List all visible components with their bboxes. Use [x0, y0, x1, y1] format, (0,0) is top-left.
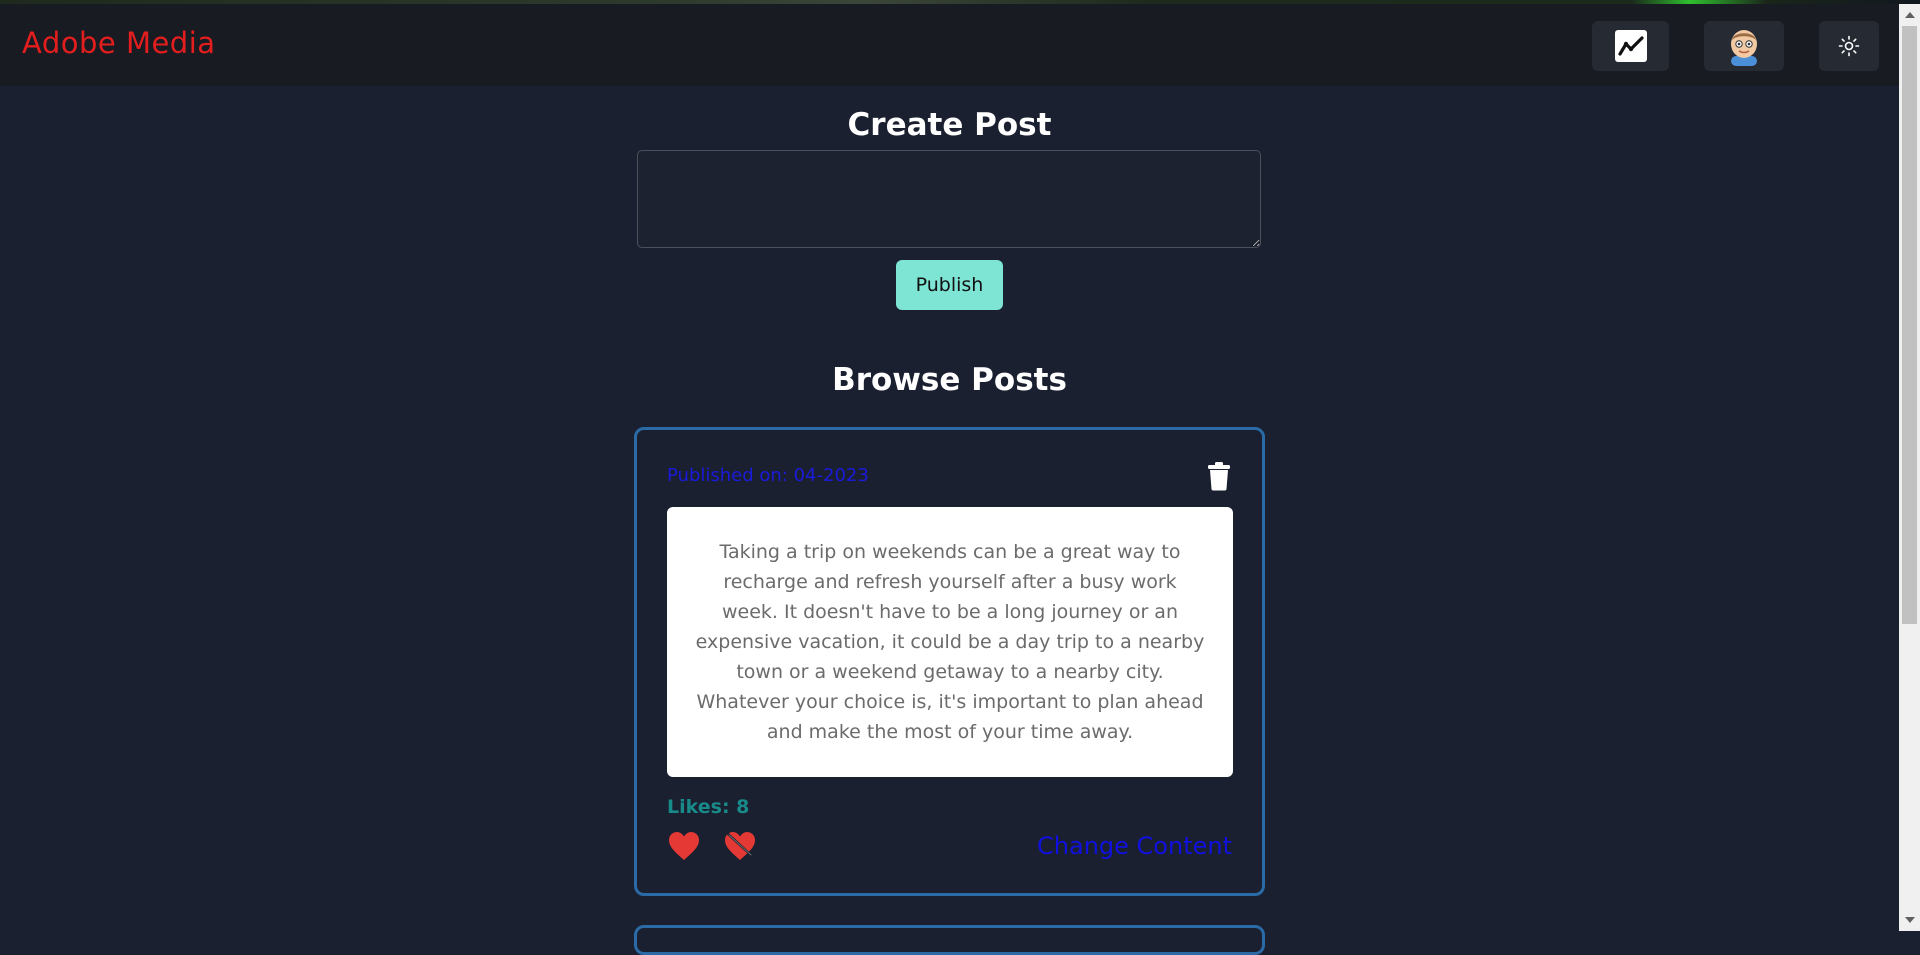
publish-button[interactable]: Publish — [896, 260, 1003, 310]
brand-logo[interactable]: Adobe Media — [22, 26, 216, 60]
profile-button[interactable] — [1704, 21, 1784, 71]
likes-count: Likes: 8 — [667, 796, 750, 818]
post-published-date: Published on: 04-2023 — [667, 465, 869, 486]
sun-icon — [1838, 35, 1860, 57]
scrollbar[interactable] — [1899, 4, 1920, 931]
post-content: Taking a trip on weekends can be a great… — [667, 507, 1233, 777]
post-card: Published on: 04-2023 Taking a trip on w… — [634, 427, 1265, 896]
line-chart-icon — [1614, 30, 1647, 62]
scrollbar-thumb[interactable] — [1902, 26, 1917, 624]
change-content-link[interactable]: Change Content — [1037, 832, 1232, 860]
analytics-button[interactable] — [1592, 21, 1669, 71]
browse-posts-title: Browse Posts — [832, 362, 1067, 398]
broken-heart-icon[interactable] — [723, 830, 757, 862]
create-post-title: Create Post — [847, 107, 1052, 143]
heart-icon[interactable] — [667, 830, 701, 862]
theme-toggle-button[interactable] — [1819, 21, 1879, 71]
avatar — [1731, 30, 1757, 66]
post-card — [634, 925, 1265, 955]
scroll-down-arrow-icon[interactable] — [1905, 917, 1915, 923]
trash-icon[interactable] — [1206, 461, 1232, 491]
navbar: Adobe Media — [0, 4, 1899, 86]
scroll-up-arrow-icon[interactable] — [1905, 12, 1915, 18]
post-content-input[interactable] — [637, 150, 1261, 248]
